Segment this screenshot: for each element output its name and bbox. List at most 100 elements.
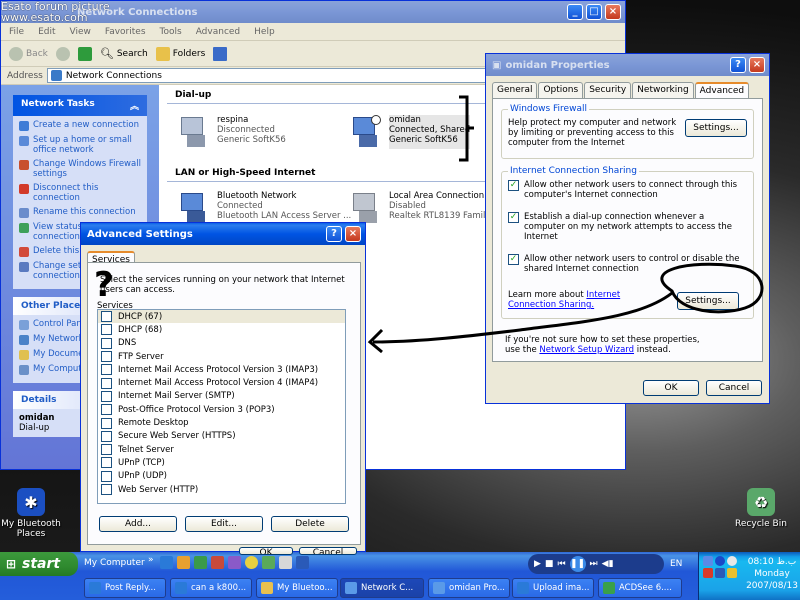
service-row[interactable]: UPnP (TCP) [98,456,345,469]
stop-icon[interactable]: ■ [545,559,554,569]
service-checkbox[interactable] [101,404,112,416]
service-row[interactable]: Web Server (HTTP) [98,483,345,496]
services-list[interactable]: DHCP (67) DHCP (68) DNS FTP Server Inter… [97,309,346,504]
clock[interactable]: 08:10 ب.ظ Monday 2007/08/13 [745,556,799,592]
next-icon[interactable]: ⏭ [590,559,598,569]
previous-icon[interactable]: ⏮ [557,559,565,569]
service-row[interactable]: DHCP (67) [98,310,345,324]
task-create-connection[interactable]: Create a new connection [19,120,141,131]
service-row[interactable]: Post-Office Protocol Version 3 (POP3) [98,403,345,416]
service-checkbox[interactable] [101,390,112,402]
edit-service-button[interactable]: Edit... [185,516,263,532]
add-service-button[interactable]: Add... [99,516,177,532]
service-row[interactable]: Internet Mail Server (SMTP) [98,390,345,403]
service-checkbox[interactable] [101,311,112,323]
menu-file[interactable]: File [9,27,24,37]
forward-button[interactable] [55,46,70,61]
close-button[interactable]: × [749,57,765,73]
tab-advanced[interactable]: Advanced [694,82,750,98]
tab-security[interactable]: Security [584,82,632,98]
search-button[interactable]: 🔍︎ Search [100,47,148,60]
taskbar-button-can-a-k800[interactable]: can a k800... [170,578,252,598]
app-tray-icon[interactable] [727,568,737,578]
connection-omidan[interactable]: omidan Connected, Shared Generic SoftK56 [351,115,471,149]
app-tray-icon[interactable] [715,568,725,578]
app-icon[interactable] [228,556,241,569]
ics-allow-control[interactable]: ✓ Allow other network users to control or… [508,254,747,274]
delete-service-button[interactable]: Delete [271,516,349,532]
checkbox-checked[interactable]: ✓ [508,254,519,265]
taskbar-button-omidan-properties[interactable]: omidan Pro... [428,578,510,598]
menu-view[interactable]: View [70,27,91,37]
network-tasks-header[interactable]: Network Tasks ︽ [13,95,147,116]
volume-tray-icon[interactable] [727,556,737,566]
service-checkbox[interactable] [101,430,112,442]
menu-help[interactable]: Help [254,27,275,37]
play-icon[interactable]: ▶ [534,559,541,569]
my-computer-toolbar[interactable]: My Computer [84,558,145,568]
network-setup-wizard-link[interactable]: Network Setup Wizard [539,345,634,355]
taskbar-button-upload-image[interactable]: Upload ima... [512,578,594,598]
menu-edit[interactable]: Edit [38,27,55,37]
tab-options[interactable]: Options [538,82,584,98]
service-checkbox[interactable] [101,337,112,349]
service-row[interactable]: DHCP (68) [98,323,345,336]
task-firewall[interactable]: Change Windows Firewall settings [19,159,141,179]
cancel-button[interactable]: Cancel [299,547,357,555]
service-checkbox[interactable] [101,484,112,495]
checkbox-checked[interactable]: ✓ [508,212,519,223]
menu-favorites[interactable]: Favorites [105,27,146,37]
ics-allow-connect[interactable]: ✓ Allow other network users to connect th… [508,180,747,200]
tab-networking[interactable]: Networking [632,82,694,98]
service-row[interactable]: Internet Mail Access Protocol Version 4 … [98,376,345,389]
service-row[interactable]: FTP Server [98,350,345,363]
connection-respina[interactable]: respina Disconnected Generic SoftK56 [179,115,286,149]
task-rename[interactable]: Rename this connection [19,207,141,218]
service-row[interactable]: UPnP (UDP) [98,470,345,483]
task-home-network[interactable]: Set up a home or small office network [19,135,141,155]
ok-button[interactable]: OK [643,380,699,396]
service-checkbox[interactable] [101,444,112,456]
ics-dialup-on-demand[interactable]: ✓ Establish a dial-up connection whenever… [508,212,747,242]
service-row[interactable]: Telnet Server [98,443,345,456]
bluetooth-tray-icon[interactable] [715,556,725,566]
app-icon[interactable] [279,556,292,569]
menu-advanced[interactable]: Advanced [196,27,240,37]
toolbar-chevron-icon[interactable]: » [148,555,154,565]
security-tray-icon[interactable] [703,568,713,578]
back-button[interactable]: Back [9,46,48,61]
ok-button[interactable]: OK [239,547,293,555]
service-row[interactable]: Secure Web Server (HTTPS) [98,430,345,443]
ie-icon[interactable] [160,556,173,569]
desktop-icon-my-bluetooth[interactable]: ✱ My Bluetooth Places [0,488,66,539]
folders-button[interactable]: Folders [155,46,205,61]
service-checkbox[interactable] [101,470,112,482]
up-folder-button[interactable] [77,46,92,61]
language-indicator[interactable]: EN [670,559,682,569]
taskbar-button-post-reply[interactable]: Post Reply... [84,578,166,598]
help-button[interactable]: ? [326,226,342,242]
pause-icon[interactable]: ❚❚ [569,556,586,572]
task-disconnect[interactable]: Disconnect this connection [19,183,141,203]
volume-icon[interactable]: ◀▮ [602,559,614,569]
desktop-icon-recycle-bin[interactable]: ♻ Recycle Bin [726,488,796,529]
service-checkbox[interactable] [101,351,112,363]
service-row[interactable]: Remote Desktop [98,416,345,429]
service-row[interactable]: DNS [98,337,345,350]
service-checkbox[interactable] [101,417,112,429]
menu-tools[interactable]: Tools [160,27,182,37]
close-button[interactable]: × [345,226,361,242]
cancel-button[interactable]: Cancel [706,380,762,396]
help-button[interactable]: ? [730,57,746,73]
app-icon[interactable] [296,556,309,569]
minimize-button[interactable]: _ [567,4,583,20]
app-icon[interactable] [262,556,275,569]
service-checkbox[interactable] [101,324,112,336]
taskbar-button-my-bluetooth[interactable]: My Bluetoo... [256,578,338,598]
views-button[interactable] [213,46,228,61]
checkbox-checked[interactable]: ✓ [508,180,519,191]
service-row[interactable]: Internet Mail Access Protocol Version 3 … [98,363,345,376]
messenger-icon[interactable] [245,556,258,569]
network-tray-icon[interactable] [703,556,713,566]
service-checkbox[interactable] [101,457,112,469]
